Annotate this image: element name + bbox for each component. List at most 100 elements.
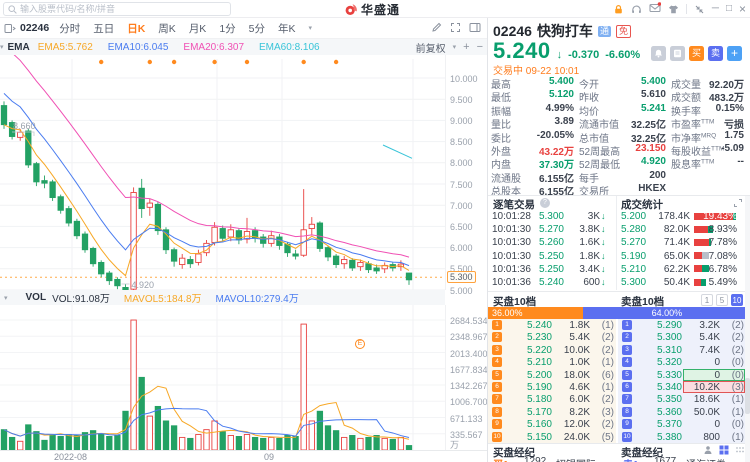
indicator-caret-icon[interactable]: ▾ [0, 43, 4, 51]
fullscreen-icon[interactable] [450, 22, 461, 33]
more-dots-icon[interactable] [735, 445, 745, 455]
bid-volume[interactable]: 4.6K [554, 382, 590, 393]
bid-order-count[interactable]: (2) [592, 345, 614, 356]
bid-order-count[interactable]: (1) [592, 382, 614, 393]
close-button[interactable]: × [739, 3, 746, 15]
tick-price[interactable]: 5.270 [528, 224, 564, 235]
ask-order-count[interactable]: (1) [722, 407, 744, 418]
ask-price[interactable]: 5.360 [642, 407, 682, 418]
bid-price[interactable]: 5.200 [512, 370, 552, 381]
tick-time[interactable]: 10:01:36 [492, 277, 531, 288]
tick-volume[interactable]: 600 [566, 277, 600, 288]
tab-月K[interactable]: 月K [189, 21, 207, 36]
ask-order-count[interactable]: (0) [722, 419, 744, 430]
ask-order-count[interactable]: (2) [722, 320, 744, 331]
stat-price[interactable]: 5.190 [621, 251, 646, 262]
bid-price[interactable]: 5.220 [512, 345, 552, 356]
tick-price[interactable]: 5.300 [528, 211, 564, 222]
ask-volume[interactable]: 800 [684, 432, 720, 443]
bid-volume[interactable]: 5.4K [554, 332, 590, 343]
add-watchlist-button[interactable]: + [727, 46, 742, 61]
tab-五日[interactable]: 五日 [93, 21, 114, 36]
collapse-window-icon[interactable] [694, 4, 705, 15]
ask-volume[interactable]: 50.0K [684, 407, 720, 418]
stat-price[interactable]: 5.200 [621, 211, 646, 222]
expand-icon[interactable] [733, 198, 743, 208]
bid-volume[interactable]: 18.0K [554, 370, 590, 381]
tick-price[interactable]: 5.240 [528, 277, 564, 288]
bid-volume[interactable]: 6.0K [554, 394, 590, 405]
ask-order-count[interactable]: (0) [722, 357, 744, 368]
ask-price[interactable]: 5.370 [642, 419, 682, 430]
ask-price[interactable]: 5.340 [642, 382, 682, 393]
ask-volume[interactable]: 5.4K [684, 332, 720, 343]
tick-time[interactable]: 10:01:28 [492, 211, 531, 222]
stat-price[interactable]: 5.210 [621, 264, 646, 275]
alert-button[interactable] [651, 46, 666, 61]
ask-order-count[interactable]: (1) [722, 394, 744, 405]
depth-level-button-1[interactable]: 1 [701, 294, 713, 306]
ask-order-count[interactable]: (3) [722, 382, 744, 393]
ask-volume[interactable]: 0 [684, 357, 720, 368]
ask-volume[interactable]: 0 [684, 419, 720, 430]
tick-price[interactable]: 5.260 [528, 237, 564, 248]
stat-volume[interactable]: 82.0K [650, 224, 690, 235]
stat-volume[interactable]: 50.4K [650, 277, 690, 288]
adjust-mode-select[interactable]: 前复权 [416, 40, 446, 55]
tick-volume[interactable]: 3.4K [566, 264, 600, 275]
scrollbar[interactable] [745, 196, 750, 462]
bid-order-count[interactable]: (2) [592, 419, 614, 430]
ask-price[interactable]: 5.330 [642, 370, 682, 381]
ask-price[interactable]: 5.350 [642, 394, 682, 405]
tab-日K[interactable]: 日K [127, 21, 145, 36]
bid-price[interactable]: 5.240 [512, 320, 552, 331]
broker-id[interactable]: 1677 [654, 456, 676, 462]
bid-price[interactable]: 5.230 [512, 332, 552, 343]
shirt-icon[interactable] [668, 4, 679, 15]
bid-order-count[interactable]: (5) [592, 432, 614, 443]
tick-volume[interactable]: 1.8K [566, 251, 600, 262]
lock-icon[interactable] [613, 4, 624, 15]
note-button[interactable] [670, 46, 685, 61]
tick-time[interactable]: 10:01:30 [492, 251, 531, 262]
ask-price[interactable]: 5.310 [642, 345, 682, 356]
minimize-button[interactable]: ─ [712, 4, 719, 14]
ask-volume[interactable]: 3.2K [684, 320, 720, 331]
ask-volume[interactable]: 18.6K [684, 394, 720, 405]
tick-volume[interactable]: 3K [566, 211, 600, 222]
grid-view-icon[interactable] [719, 445, 729, 455]
depth-level-button-5[interactable]: 5 [716, 294, 728, 306]
stat-volume[interactable]: 178.4K [650, 211, 690, 222]
tick-volume[interactable]: 1.6K [566, 237, 600, 248]
indicator-name[interactable]: EMA [8, 42, 30, 53]
tick-volume[interactable]: 3.8K [566, 224, 600, 235]
ask-volume[interactable]: 0 [684, 370, 720, 381]
volume-chart[interactable]: 2684.534 2348.967 2013.400 1677.834 1342.267… [0, 305, 488, 451]
dock-panel-icon[interactable] [469, 22, 481, 33]
zoom-out-button[interactable]: − [477, 40, 483, 54]
candlestick-chart[interactable]: 8.660 4.920 [0, 43, 445, 291]
stat-price[interactable]: 5.300 [621, 277, 646, 288]
search-input[interactable] [20, 4, 230, 14]
volume-indicator-name[interactable]: VOL [26, 292, 47, 303]
ask-volume[interactable]: 10.2K [684, 382, 720, 393]
tick-time[interactable]: 10:01:36 [492, 264, 531, 275]
volume-caret-icon[interactable]: ▾ [4, 294, 8, 302]
maximize-button[interactable]: □ [726, 4, 732, 14]
bid-price[interactable]: 5.180 [512, 394, 552, 405]
stock-list-icon[interactable] [4, 23, 16, 34]
ask-order-count[interactable]: (0) [722, 370, 744, 381]
person-icon[interactable] [703, 445, 713, 455]
ask-order-count[interactable]: (2) [722, 332, 744, 343]
bid-volume[interactable]: 1.8K [554, 320, 590, 331]
ask-volume[interactable]: 7.4K [684, 345, 720, 356]
stock-search-box[interactable] [3, 2, 231, 16]
tick-price[interactable]: 5.250 [528, 264, 564, 275]
tab-分时[interactable]: 分时 [59, 21, 80, 36]
ask-price[interactable]: 5.380 [642, 432, 682, 443]
bid-price[interactable]: 5.170 [512, 407, 552, 418]
tab-周K[interactable]: 周K [158, 21, 176, 36]
stat-price[interactable]: 5.270 [621, 237, 646, 248]
tick-price[interactable]: 5.250 [528, 251, 564, 262]
more-periods-caret-icon[interactable]: ▾ [309, 24, 313, 32]
